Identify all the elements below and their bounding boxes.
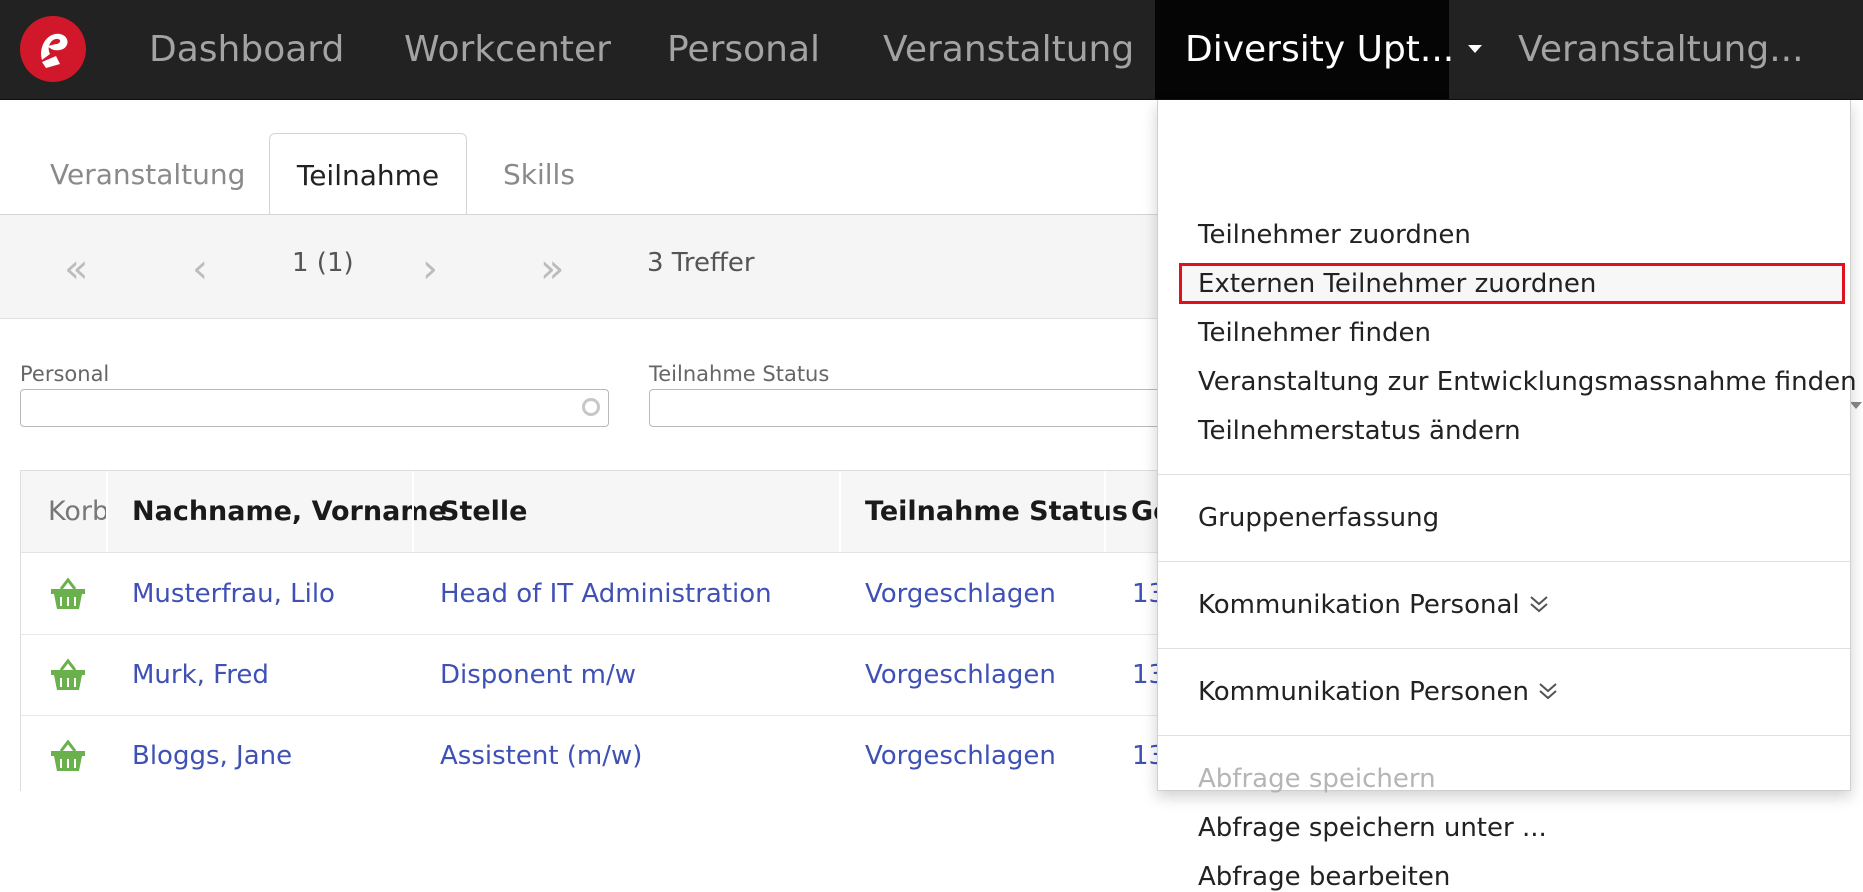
col-name[interactable]: Nachname, Vorname bbox=[132, 471, 447, 552]
menu-divider bbox=[1158, 474, 1850, 475]
nav-workcenter[interactable]: Workcenter bbox=[404, 0, 611, 99]
nav-dashboard[interactable]: Dashboard bbox=[149, 0, 344, 99]
cell-stelle[interactable]: Disponent m/w bbox=[440, 634, 636, 715]
nav-veranstaltung[interactable]: Veranstaltung bbox=[883, 0, 1134, 99]
col-stelle[interactable]: Stelle bbox=[440, 471, 528, 552]
menu-kommunikation-personal-label: Kommunikation Personal bbox=[1198, 590, 1520, 620]
cell-name[interactable]: Bloggs, Jane bbox=[132, 715, 292, 791]
menu-externen-teilnehmer-zuordnen[interactable]: Externen Teilnehmer zuordnen bbox=[1198, 269, 1596, 299]
cell-name[interactable]: Musterfrau, Lilo bbox=[132, 553, 335, 634]
personal-filter-label: Personal bbox=[20, 362, 110, 386]
first-page-icon[interactable]: « bbox=[64, 249, 88, 289]
cell-status[interactable]: Vorgeschlagen bbox=[865, 634, 1056, 715]
table-row[interactable]: Musterfrau, Lilo Head of IT Administrati… bbox=[21, 553, 1161, 635]
menu-gruppenerfassung[interactable]: Gruppenerfassung bbox=[1198, 503, 1439, 533]
menu-abfrage-speichern-unter[interactable]: Abfrage speichern unter ... bbox=[1198, 813, 1547, 843]
basket-icon[interactable] bbox=[49, 739, 87, 773]
next-page-icon[interactable]: › bbox=[422, 249, 438, 289]
status-filter-select[interactable] bbox=[649, 389, 1169, 427]
table-header: Korb Nachname, Vorname Stelle Teilnahme … bbox=[21, 471, 1161, 553]
col-korb[interactable]: Korb bbox=[48, 471, 123, 552]
col-status[interactable]: Teilnahme Status bbox=[865, 471, 1128, 552]
cell-name[interactable]: Murk, Fred bbox=[132, 634, 269, 715]
tab-skills[interactable]: Skills bbox=[503, 133, 575, 215]
double-chevron-down-icon bbox=[1529, 595, 1548, 612]
nav-diversity-dropdown[interactable]: Diversity Upt... bbox=[1155, 0, 1483, 99]
tab-teilnahme[interactable]: Teilnahme bbox=[269, 133, 467, 217]
menu-abfrage-bearbeiten[interactable]: Abfrage bearbeiten bbox=[1198, 862, 1450, 892]
double-chevron-down-icon bbox=[1539, 682, 1557, 699]
col-separator bbox=[1104, 471, 1106, 552]
menu-kommunikation-personal[interactable]: Kommunikation Personal bbox=[1198, 590, 1550, 620]
status-filter-label: Teilnahme Status bbox=[649, 362, 830, 386]
col-separator bbox=[106, 471, 108, 552]
diversity-dropdown-menu: Teilnehmer zuordnen Externen Teilnehmer … bbox=[1157, 100, 1857, 892]
nav-diversity-label: Diversity Upt... bbox=[1185, 29, 1455, 70]
col-separator bbox=[412, 471, 414, 552]
cell-stelle[interactable]: Assistent (m/w) bbox=[440, 715, 642, 791]
basket-icon[interactable] bbox=[49, 577, 87, 611]
pager-bar: « ‹ › » bbox=[0, 215, 1160, 319]
menu-divider bbox=[1158, 735, 1850, 736]
basket-icon[interactable] bbox=[49, 658, 87, 692]
menu-divider bbox=[1158, 561, 1850, 562]
top-navigation: Dashboard Workcenter Personal Veranstalt… bbox=[0, 0, 1863, 100]
table-row[interactable]: Bloggs, Jane Assistent (m/w) Vorgeschlag… bbox=[21, 715, 1161, 791]
previous-page-icon[interactable]: ‹ bbox=[192, 249, 208, 289]
col-separator bbox=[839, 471, 841, 552]
table-row[interactable]: Murk, Fred Disponent m/w Vorgeschlagen 1… bbox=[21, 634, 1161, 716]
cell-status[interactable]: Vorgeschlagen bbox=[865, 715, 1056, 791]
menu-veranstaltung-entwicklungsmassnahme-finden[interactable]: Veranstaltung zur Entwicklungsmassnahme … bbox=[1198, 367, 1857, 397]
menu-teilnehmer-zuordnen[interactable]: Teilnehmer zuordnen bbox=[1198, 220, 1471, 250]
last-page-icon[interactable]: » bbox=[540, 249, 564, 289]
page-indicator: 1 (1) bbox=[292, 248, 354, 278]
menu-teilnehmerstatus-aendern[interactable]: Teilnehmerstatus ändern bbox=[1198, 416, 1521, 446]
tab-veranstaltung[interactable]: Veranstaltung bbox=[50, 133, 245, 215]
caret-down-icon bbox=[1468, 45, 1483, 53]
menu-kommunikation-personen[interactable]: Kommunikation Personen bbox=[1198, 677, 1559, 707]
nav-personal[interactable]: Personal bbox=[667, 0, 820, 99]
chevron-down-icon[interactable] bbox=[1850, 402, 1862, 409]
cell-status[interactable]: Vorgeschlagen bbox=[865, 553, 1056, 634]
participants-table: Korb Nachname, Vorname Stelle Teilnahme … bbox=[20, 470, 1162, 791]
app-logo-icon[interactable] bbox=[20, 16, 86, 82]
hit-count: 3 Treffer bbox=[647, 248, 755, 278]
menu-divider bbox=[1158, 648, 1850, 649]
menu-kommunikation-personen-label: Kommunikation Personen bbox=[1198, 677, 1529, 707]
nav-veranstaltung-2[interactable]: Veranstaltung... bbox=[1518, 0, 1804, 99]
lookup-icon[interactable] bbox=[582, 398, 600, 416]
cell-stelle[interactable]: Head of IT Administration bbox=[440, 553, 772, 634]
personal-filter-input[interactable] bbox=[20, 389, 609, 427]
menu-teilnehmer-finden[interactable]: Teilnehmer finden bbox=[1198, 318, 1431, 348]
